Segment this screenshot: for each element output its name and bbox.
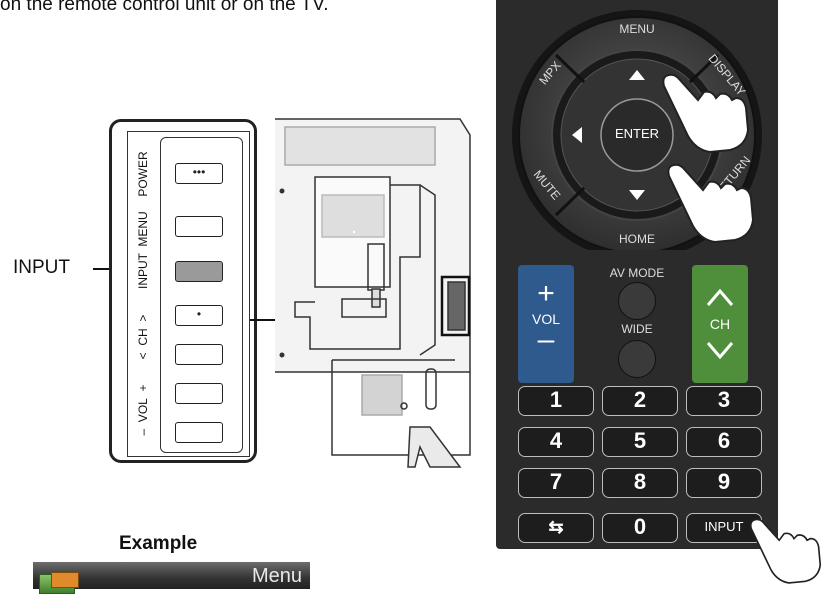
- ch-label: CH: [709, 316, 731, 332]
- input-callout-label: INPUT: [13, 257, 70, 278]
- wide-button[interactable]: [618, 340, 656, 378]
- remote-home-label[interactable]: HOME: [612, 232, 662, 246]
- key-6[interactable]: 6: [686, 427, 762, 457]
- panel-ch-down-button[interactable]: [175, 344, 223, 365]
- pointing-hand-icon: [662, 73, 750, 154]
- panel-menu-button[interactable]: [175, 216, 223, 237]
- instruction-text: on the remote control unit or on the TV.: [0, 0, 329, 15]
- ch-rocker[interactable]: CH: [692, 265, 748, 383]
- ch-label-text: CH: [136, 328, 150, 346]
- key-4[interactable]: 4: [518, 427, 594, 457]
- panel-vol-down-button[interactable]: [175, 422, 223, 443]
- pointing-hand-icon: [749, 518, 822, 584]
- key-5[interactable]: 5: [602, 427, 678, 457]
- key-9[interactable]: 9: [686, 468, 762, 498]
- vol-minus[interactable]: –: [518, 325, 574, 355]
- example-label: Example: [119, 533, 198, 554]
- pointing-hand-icon: [667, 163, 755, 244]
- side-panel-button-column: [160, 137, 243, 453]
- panel-input-button[interactable]: [175, 261, 223, 282]
- example-menu-bar: Menu: [33, 562, 310, 594]
- panel-ch-up-button[interactable]: •: [175, 305, 223, 326]
- av-mode-label: AV MODE: [609, 266, 665, 280]
- flashback-button[interactable]: ⇆: [518, 513, 594, 543]
- tv-back-illustration: [275, 118, 471, 468]
- vol-label-text: VOL: [136, 398, 150, 423]
- key-3[interactable]: 3: [686, 386, 762, 416]
- ch-label: < CH >: [136, 314, 150, 360]
- vol-rocker[interactable]: + VOL –: [518, 265, 574, 383]
- panel-power-button[interactable]: •••: [175, 163, 223, 184]
- input-label: INPUT: [136, 253, 150, 289]
- key-7[interactable]: 7: [518, 468, 594, 498]
- key-0[interactable]: 0: [602, 513, 678, 543]
- example-menu-title: Menu: [251, 565, 302, 587]
- av-mode-button[interactable]: [618, 282, 656, 320]
- vol-label: – VOL +: [136, 384, 150, 436]
- menu-folder-icon-back: [51, 572, 79, 588]
- remote-menu-label[interactable]: MENU: [612, 22, 662, 36]
- key-8[interactable]: 8: [602, 468, 678, 498]
- panel-vol-up-button[interactable]: [175, 383, 223, 404]
- key-1[interactable]: 1: [518, 386, 594, 416]
- key-2[interactable]: 2: [602, 386, 678, 416]
- remote-enter-button[interactable]: ENTER: [607, 126, 667, 141]
- power-label: POWER: [136, 151, 150, 197]
- wide-label: WIDE: [621, 322, 653, 336]
- vol-plus[interactable]: +: [518, 279, 574, 309]
